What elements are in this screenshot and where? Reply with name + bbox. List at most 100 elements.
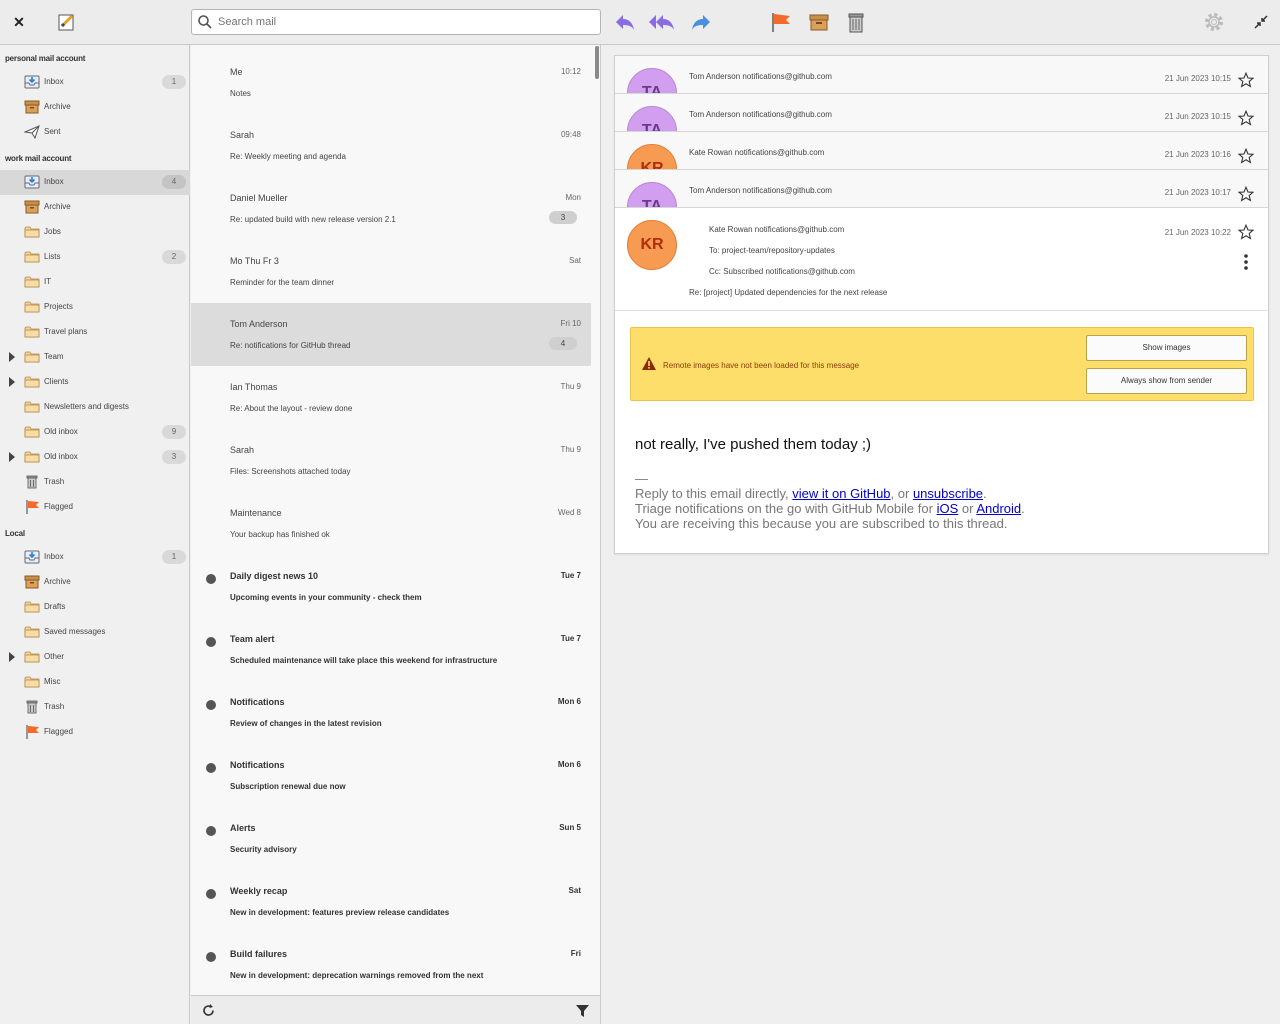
message-list-item[interactable]: Team alert Tue 7 Scheduled maintenance wil…: [191, 618, 591, 681]
sidebar-item-travel-plans[interactable]: Travel plans: [0, 320, 190, 345]
sidebar-item-inbox[interactable]: Inbox 1: [0, 70, 190, 95]
account-header[interactable]: Local: [5, 529, 25, 538]
sidebar-item-drafts[interactable]: Drafts: [0, 595, 190, 620]
archive-button[interactable]: [805, 9, 833, 35]
unread-indicator[interactable]: [206, 763, 216, 773]
reply-all-button[interactable]: [648, 9, 676, 35]
sidebar-item-jobs[interactable]: Jobs: [0, 220, 190, 245]
message-date: Fri 10: [560, 319, 581, 328]
sidebar-item-newsletters-and-digests[interactable]: Newsletters and digests: [0, 395, 190, 420]
sidebar-item-inbox[interactable]: Inbox 4: [0, 170, 190, 195]
unread-indicator[interactable]: [206, 826, 216, 836]
message-list-item[interactable]: Notifications Mon 6 Review of changes in t…: [191, 681, 591, 744]
unread-indicator[interactable]: [206, 637, 216, 647]
message-list-item[interactable]: Ian Thomas Thu 9 Re: About the layout - re…: [191, 366, 591, 429]
sidebar-item-other[interactable]: Other: [0, 645, 190, 670]
message-subject: Security advisory: [230, 845, 297, 854]
avatar: TA: [627, 68, 677, 93]
sidebar-item-trash[interactable]: Trash: [0, 695, 190, 720]
search-input[interactable]: [218, 13, 593, 31]
always-show-button[interactable]: Always show from sender: [1086, 368, 1247, 394]
sidebar-item-old-inbox[interactable]: Old inbox 9: [0, 420, 190, 445]
sidebar-item-trash[interactable]: Trash: [0, 470, 190, 495]
sidebar-item-projects[interactable]: Projects: [0, 295, 190, 320]
settings-button[interactable]: [1200, 9, 1228, 35]
forward-button[interactable]: [687, 9, 715, 35]
unsubscribe-link[interactable]: unsubscribe: [913, 486, 983, 501]
sidebar-item-flagged[interactable]: Flagged: [0, 495, 190, 520]
reply-button[interactable]: [611, 9, 639, 35]
unread-count-badge: 1: [162, 75, 186, 89]
sidebar-item-sent[interactable]: Sent: [0, 120, 190, 145]
expand-arrow-icon[interactable]: [9, 452, 15, 462]
unread-indicator[interactable]: [206, 700, 216, 710]
filter-icon[interactable]: [575, 1003, 590, 1018]
conversation-message[interactable]: KR Kate Rowan notifications@github.com 21 …: [615, 132, 1268, 170]
more-options-icon[interactable]: [1244, 254, 1248, 270]
sidebar-item-archive[interactable]: Archive: [0, 570, 190, 595]
show-images-button[interactable]: Show images: [1086, 335, 1247, 361]
sidebar-item-inbox[interactable]: Inbox 1: [0, 545, 190, 570]
unread-indicator[interactable]: [206, 889, 216, 899]
message-sender: Daniel Mueller: [230, 193, 288, 203]
sidebar-item-lists[interactable]: Lists 2: [0, 245, 190, 270]
star-icon[interactable]: [1238, 148, 1254, 164]
conversation-message[interactable]: TA Tom Anderson notifications@github.com 2…: [615, 56, 1268, 94]
account-header[interactable]: personal mail account: [5, 54, 85, 63]
message-sender: Me: [230, 67, 243, 77]
folder-label: Jobs: [44, 227, 61, 236]
sidebar-item-it[interactable]: IT: [0, 270, 190, 295]
ios-link[interactable]: iOS: [937, 501, 959, 516]
sidebar-item-misc[interactable]: Misc: [0, 670, 190, 695]
unread-indicator[interactable]: [206, 574, 216, 584]
conversation-from: Kate Rowan notifications@github.com: [689, 148, 825, 157]
star-icon[interactable]: [1238, 110, 1254, 126]
conversation-message[interactable]: TA Tom Anderson notifications@github.com 2…: [615, 94, 1268, 132]
search-field[interactable]: [191, 9, 601, 35]
compose-button[interactable]: [53, 9, 81, 35]
message-list-item[interactable]: Daily digest news 10 Tue 7 Upcoming events…: [191, 555, 591, 618]
message-sender: Daily digest news 10: [230, 571, 319, 581]
sidebar-item-flagged[interactable]: Flagged: [0, 720, 190, 745]
sidebar-item-archive[interactable]: Archive: [0, 95, 190, 120]
conversation-message[interactable]: TA Tom Anderson notifications@github.com 2…: [615, 170, 1268, 208]
message-list-scrollbar[interactable]: [595, 46, 599, 79]
refresh-icon[interactable]: [201, 1003, 216, 1018]
message-list-item[interactable]: Daniel Mueller Mon Re: updated build with …: [191, 177, 591, 240]
message-list-item[interactable]: Me 10:12 Notes: [191, 51, 591, 114]
unread-indicator[interactable]: [206, 952, 216, 962]
sidebar-item-clients[interactable]: Clients: [0, 370, 190, 395]
message-date: Mon 6: [557, 697, 581, 706]
open-message-header[interactable]: KR Kate Rowan notifications@github.com T…: [615, 208, 1268, 311]
sidebar-item-archive[interactable]: Archive: [0, 195, 190, 220]
expand-arrow-icon[interactable]: [9, 352, 15, 362]
message-list-item[interactable]: Tom Anderson Fri 10 Re: notifications for …: [191, 303, 591, 366]
collapse-button[interactable]: [1247, 9, 1275, 35]
sidebar-item-old-inbox[interactable]: Old inbox 3: [0, 445, 190, 470]
account-header[interactable]: work mail account: [5, 154, 72, 163]
flag-button[interactable]: [767, 9, 795, 35]
view-on-github-link[interactable]: view it on GitHub: [792, 486, 890, 501]
sidebar-item-saved-messages[interactable]: Saved messages: [0, 620, 190, 645]
message-list-item[interactable]: Maintenance Wed 8 Your backup has finished…: [191, 492, 591, 555]
message-list-item[interactable]: Notifications Mon 6 Subscription renewal d…: [191, 744, 591, 807]
sidebar-item-team[interactable]: Team: [0, 345, 190, 370]
expand-arrow-icon[interactable]: [9, 377, 15, 387]
star-icon[interactable]: [1238, 224, 1254, 240]
folder-label: Archive: [44, 577, 71, 586]
android-link[interactable]: Android: [976, 501, 1021, 516]
expand-arrow-icon[interactable]: [9, 652, 15, 662]
star-icon[interactable]: [1238, 186, 1254, 202]
star-icon[interactable]: [1238, 72, 1254, 88]
trash-button[interactable]: [842, 9, 870, 35]
message-list-item[interactable]: Mo Thu Fr 3 Sat Reminder for the team dinn…: [191, 240, 591, 303]
message-list-item[interactable]: Alerts Sun 5 Security advisory: [191, 807, 591, 870]
close-button[interactable]: ✕: [5, 9, 33, 35]
message-list-item[interactable]: Build failures Fri New in development: dep…: [191, 933, 591, 995]
message-list-item[interactable]: Sarah 09:48 Re: Weekly meeting and agenda: [191, 114, 591, 177]
remote-warning-text: Remote images have not been loaded for t…: [663, 361, 860, 370]
reply-icon: [616, 15, 634, 30]
message-list-item[interactable]: Weekly recap Sat New in development: featu…: [191, 870, 591, 933]
folder-icon: [24, 426, 40, 438]
message-list-item[interactable]: Sarah Thu 9 Files: Screenshots attached to…: [191, 429, 591, 492]
